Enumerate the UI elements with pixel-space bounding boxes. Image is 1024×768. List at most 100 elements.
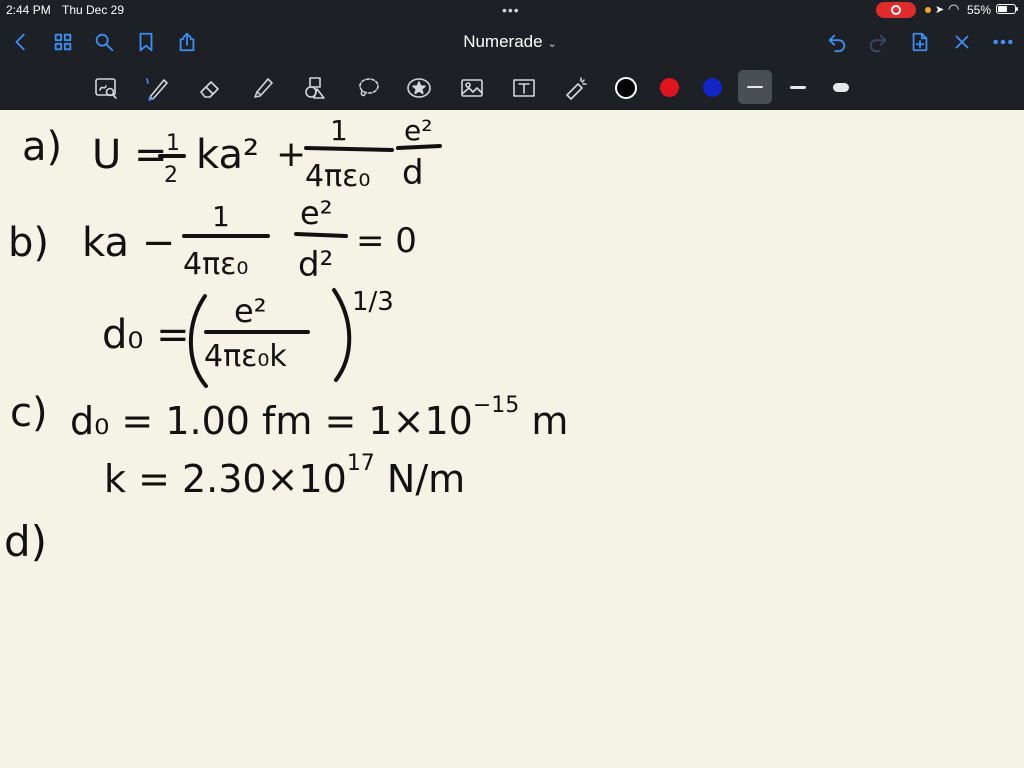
d0-numerator: e² [234,292,267,330]
document-title-text: Numerade [463,32,543,51]
part-a-half-numerator: 1 [166,131,180,156]
handwritten-notes: a) U = 1 2 ka² + 1 4πε₀ e² d b) ka − 1 4… [4,114,568,566]
star-sticker-icon [407,78,431,98]
color-swatch-blue[interactable] [703,78,722,97]
battery-percent: 55% [967,3,992,17]
laser-pointer-tool[interactable] [561,74,591,102]
part-b-e-squared: e² [300,194,333,232]
multitask-dots-icon[interactable]: ••• [502,2,520,18]
nav-bar: Numerade ⌄ [0,20,1024,64]
part-c-line1-exponent: −15 [473,393,519,418]
tool-bar [0,66,1024,110]
close-button[interactable] [950,30,974,54]
undo-icon [828,34,846,53]
status-bar: 2:44 PM Thu Dec 29 ••• ➤ ◠ 55% [0,0,1024,20]
part-a-half-denominator: 2 [164,163,178,188]
part-b-frac-denominator: 4πε₀ [183,247,248,282]
part-a-frac-bar [304,146,394,152]
share-icon [179,32,195,52]
image-icon [461,79,483,97]
more-icon [993,39,1013,45]
screen-record-icon[interactable] [876,2,916,18]
part-c-line2-unit: N/m [375,457,465,501]
part-c-line2: k = 2.30×1017 N/m [104,451,465,501]
part-a-plus: + [276,134,306,175]
color-swatch-red[interactable] [660,78,679,97]
part-a-e-bar [396,144,442,150]
part-a-d: d [402,153,424,193]
undo-button[interactable] [825,30,849,54]
image-tool[interactable] [457,74,487,102]
back-button[interactable] [9,30,33,54]
share-button[interactable] [175,30,199,54]
part-c-line1-unit: m [519,399,568,443]
location-icon: ➤ [935,4,945,16]
part-c-label: c) [10,390,48,436]
d0-lhs: d₀ = [102,312,190,358]
pen-tool[interactable] [142,74,172,102]
add-page-icon [912,32,928,52]
part-b-ka-minus: ka − [82,220,175,266]
grid-icon [54,33,72,51]
zoom-window-icon [95,78,117,99]
highlighter-tool[interactable] [248,74,278,102]
laser-pointer-icon [566,77,587,100]
d0-denominator: 4πε₀k [204,339,287,374]
search-button[interactable] [92,30,116,54]
elements-tool[interactable] [404,74,434,102]
stroke-medium-icon [790,85,806,89]
status-time: 2:44 PM [6,3,51,17]
app-chrome: 2:44 PM Thu Dec 29 ••• ➤ ◠ 55% Numerade ⌄ [0,0,1024,110]
redo-icon [869,34,887,53]
part-a-e-squared: e² [404,114,432,147]
redo-button[interactable] [866,30,890,54]
d0-exponent: 1/3 [352,287,394,317]
search-icon [95,33,114,52]
text-icon [513,79,535,97]
bookmark-button[interactable] [134,30,158,54]
part-b-equals-zero: = 0 [356,221,417,261]
color-swatch-black[interactable] [615,77,637,99]
part-a-label: a) [22,124,62,170]
part-d-label: d) [4,517,47,566]
battery-icon [996,4,1018,14]
stroke-thick-button[interactable] [824,70,858,104]
mic-indicator-icon [925,7,931,13]
shapes-tool[interactable] [300,74,330,102]
shapes-icon [305,77,325,99]
more-button[interactable] [991,30,1015,54]
part-b-frac-numerator: 1 [212,200,230,233]
part-c-line2-main: k = 2.30×10 [104,457,347,501]
part-a-ka-squared: ka² [196,132,259,178]
thumbnails-button[interactable] [51,30,75,54]
lasso-tool[interactable] [353,74,383,102]
note-canvas[interactable]: a) U = 1 2 ka² + 1 4πε₀ e² d b) ka − 1 4… [0,110,1024,768]
stroke-medium-button[interactable] [781,70,815,104]
part-b-d-squared: d² [298,245,333,285]
stroke-thick-icon [833,82,849,92]
pen-icon [146,78,168,101]
part-c-line1: d₀ = 1.00 fm = 1×10−15 m [70,393,568,443]
text-tool[interactable] [509,74,539,102]
part-a-u-equals: U = [92,132,168,178]
zoom-window-tool[interactable] [91,74,121,102]
eraser-icon [200,81,219,98]
part-b-e-bar [294,232,348,238]
bookmark-icon [139,32,153,52]
chevron-down-icon: ⌄ [547,38,557,50]
highlighter-icon [254,78,273,98]
stroke-fine-icon [747,86,763,88]
lasso-icon [359,78,379,97]
part-c-line2-exponent: 17 [347,451,375,476]
d0-right-paren [332,288,352,382]
part-c-line1-main: d₀ = 1.00 fm = 1×10 [70,399,473,443]
close-icon [955,35,969,49]
part-a-frac-denominator: 4πε₀ [305,159,370,194]
chevron-left-icon [15,33,25,51]
part-b-label: b) [8,220,49,266]
part-a-frac-numerator: 1 [330,114,348,147]
stroke-fine-button[interactable] [738,70,772,104]
document-title[interactable]: Numerade ⌄ [430,32,590,52]
add-page-button[interactable] [908,30,932,54]
eraser-tool[interactable] [195,74,225,102]
